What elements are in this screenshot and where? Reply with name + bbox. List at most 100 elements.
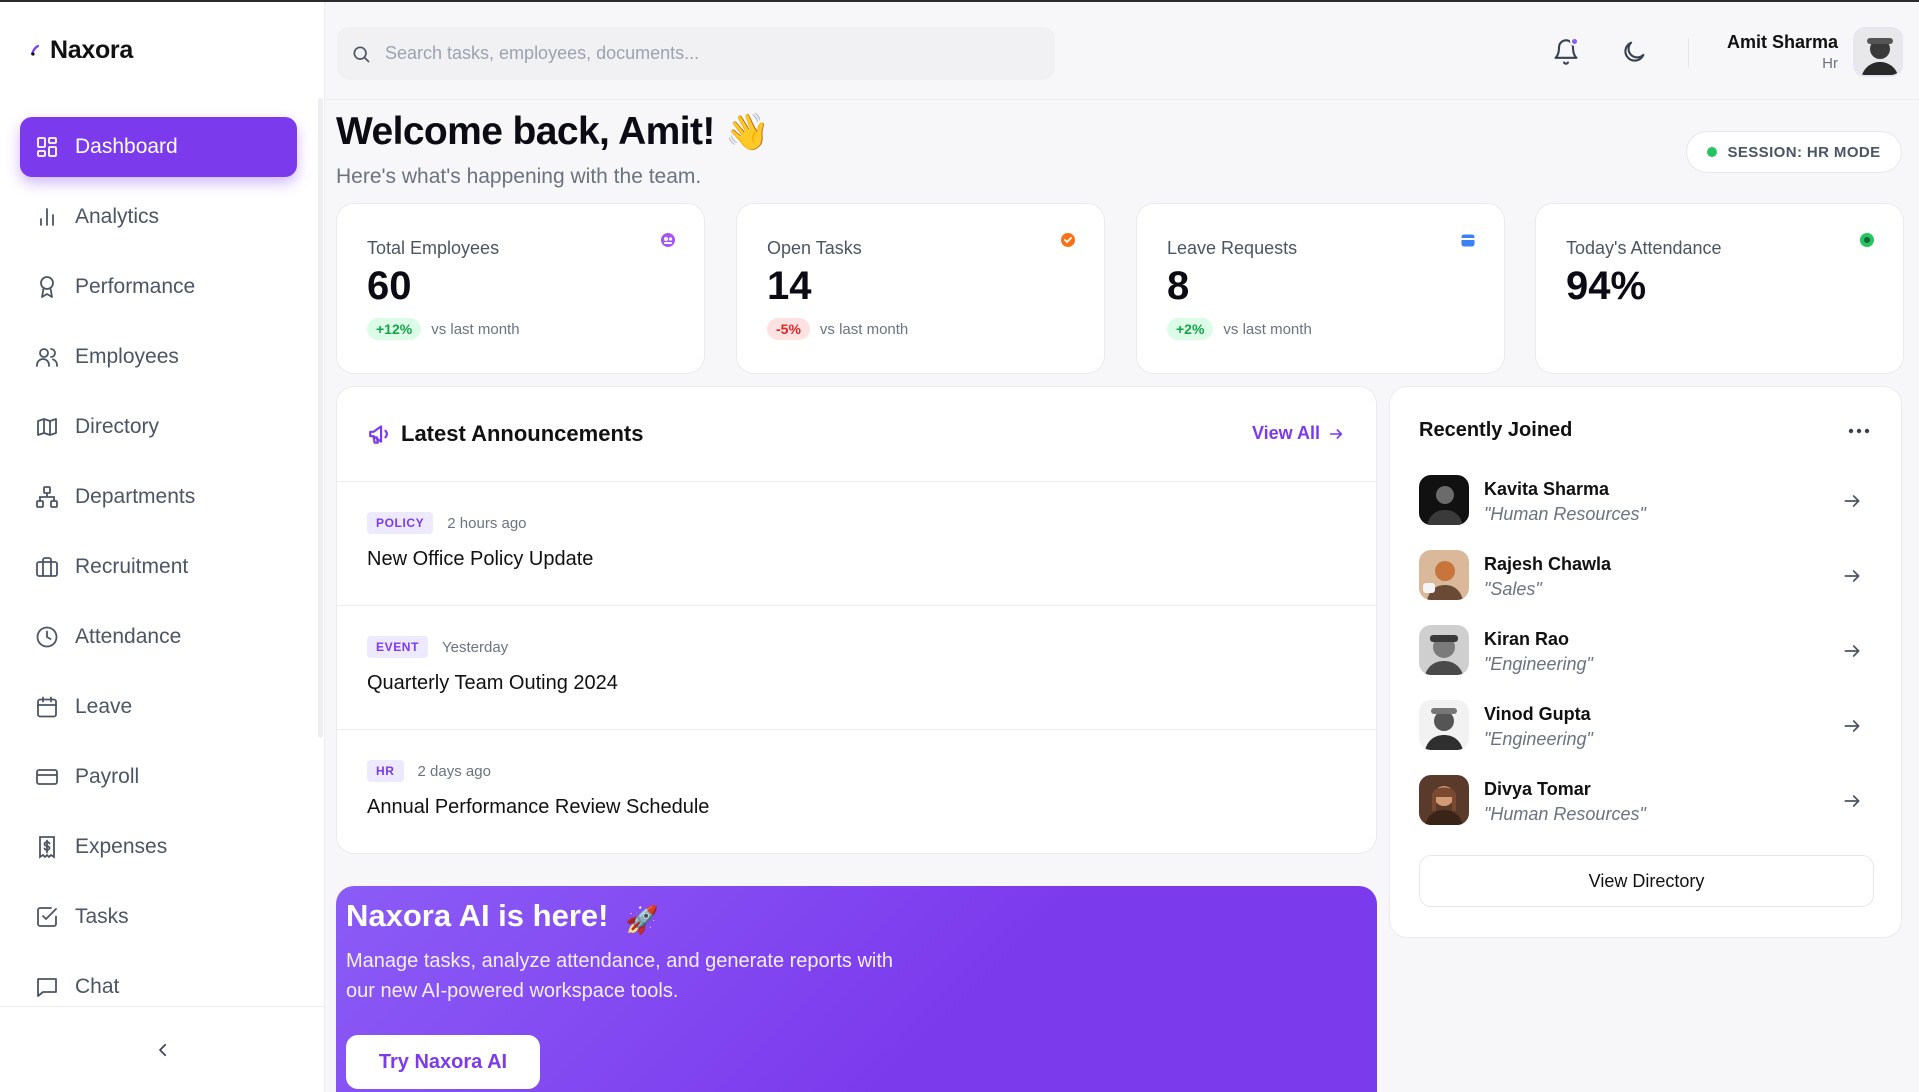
view-directory-button[interactable]: View Directory — [1419, 855, 1874, 907]
person-avatar — [1419, 625, 1469, 675]
notifications-button[interactable] — [1552, 37, 1580, 66]
stat-card-total-employees[interactable]: Total Employees 60 +12% vs last month — [336, 203, 705, 374]
trend-note: vs last month — [431, 320, 520, 338]
sidebar-item-tasks[interactable]: Tasks — [20, 887, 297, 947]
announcement-item[interactable]: EVENT Yesterday Quarterly Team Outing 20… — [337, 606, 1376, 730]
trend-note: vs last month — [819, 320, 909, 338]
person-department: "Engineering" — [1484, 729, 1593, 749]
sidebar-item-label: Performance — [75, 275, 196, 298]
recent-person-row[interactable]: Kavita Sharma "Human Resources" — [1419, 475, 1874, 531]
more-options-icon[interactable] — [1847, 427, 1871, 435]
announcement-time: 2 days ago — [417, 762, 491, 780]
collapse-sidebar-button[interactable] — [143, 1030, 183, 1070]
dashboard-icon — [37, 137, 57, 157]
announcement-title: Quarterly Team Outing 2024 — [367, 672, 618, 694]
person-avatar — [1419, 475, 1469, 525]
header-divider — [1688, 38, 1689, 68]
announcement-title: Annual Performance Review Schedule — [367, 796, 710, 818]
stat-value: 60 — [367, 264, 412, 308]
view-all-label: View All — [1251, 423, 1320, 443]
sidebar-item-label: Employees — [75, 345, 179, 368]
announcement-time: Yesterday — [442, 638, 509, 656]
sidebar-item-label: Payroll — [75, 765, 140, 788]
dollar-receipt-icon — [39, 836, 55, 859]
search-input[interactable] — [385, 43, 1005, 64]
recent-person-row[interactable]: Vinod Gupta "Engineering" — [1419, 700, 1874, 756]
sidebar-item-payroll[interactable]: Payroll — [20, 747, 297, 807]
person-department: "Sales" — [1484, 579, 1542, 599]
checkbox-icon — [37, 907, 57, 927]
announcements-header: Latest Announcements View All — [337, 387, 1376, 482]
announcements-panel: Latest Announcements View All POLICY 2 h… — [336, 386, 1377, 854]
stat-card-open-tasks[interactable]: Open Tasks 14 -5% vs last month — [736, 203, 1105, 374]
top-header: Amit Sharma Hr — [325, 2, 1919, 100]
brand[interactable]: Naxora — [30, 36, 133, 65]
megaphone-icon — [369, 425, 388, 444]
user-avatar[interactable] — [1853, 27, 1903, 77]
sidebar-item-analytics[interactable]: Analytics — [20, 187, 297, 247]
view-all-link[interactable]: View All — [1252, 423, 1344, 444]
stat-card-leave-requests[interactable]: Leave Requests 8 +2% vs last month — [1136, 203, 1505, 374]
sidebar-item-dashboard[interactable]: Dashboard — [20, 117, 297, 177]
person-avatar — [1419, 700, 1469, 750]
calendar-icon — [1461, 234, 1475, 247]
announcement-item[interactable]: HR 2 days ago Annual Performance Review … — [337, 730, 1376, 854]
sidebar-item-departments[interactable]: Departments — [20, 467, 297, 527]
user-avatar-image — [1855, 29, 1901, 75]
sidebar-item-label: Dashboard — [75, 135, 178, 158]
stat-label: Open Tasks — [767, 238, 862, 258]
sidebar-item-directory[interactable]: Directory — [20, 397, 297, 457]
try-ai-button[interactable]: Try Naxora AI — [346, 1035, 540, 1089]
sidebar-item-expenses[interactable]: Expenses — [20, 817, 297, 877]
sidebar-item-attendance[interactable]: Attendance — [20, 607, 297, 667]
stat-trend: -5% vs last month — [767, 318, 908, 340]
stat-trend: +2% vs last month — [1167, 318, 1312, 340]
notification-badge — [1570, 37, 1579, 46]
sidebar-item-leave[interactable]: Leave — [20, 677, 297, 737]
sidebar-item-performance[interactable]: Performance — [20, 257, 297, 317]
stat-value: 8 — [1167, 264, 1190, 308]
task-icon — [1061, 233, 1075, 247]
announcement-tag: EVENT — [367, 636, 429, 658]
stat-trend: +12% vs last month — [367, 318, 520, 340]
sidebar-item-recruitment[interactable]: Recruitment — [20, 537, 297, 597]
arrow-right-icon — [1844, 645, 1860, 657]
arrow-right-icon — [1844, 795, 1860, 807]
briefcase-icon — [36, 557, 58, 577]
announcement-item[interactable]: POLICY 2 hours ago New Office Policy Upd… — [337, 482, 1376, 606]
arrow-right-icon — [1844, 570, 1860, 582]
award-icon — [40, 276, 54, 298]
rocket-emoji: 🚀 — [625, 905, 659, 935]
sidebar-item-employees[interactable]: Employees — [20, 327, 297, 387]
session-label: SESSION: HR MODE — [1727, 143, 1881, 161]
brand-logo-icon — [30, 44, 40, 56]
sidebar-scrollbar[interactable] — [318, 98, 323, 738]
person-name: Rajesh Chawla — [1484, 554, 1612, 574]
recent-person-row[interactable]: Divya Tomar "Human Resources" — [1419, 775, 1874, 831]
sidebar-item-label: Leave — [75, 695, 133, 718]
announcement-time: 2 hours ago — [447, 514, 527, 532]
credit-card-icon — [36, 769, 58, 785]
moon-icon — [1624, 41, 1645, 62]
person-department: "Engineering" — [1484, 654, 1593, 674]
status-dot-icon — [1707, 147, 1718, 157]
trend-badge: -5% — [767, 318, 810, 340]
arrow-right-icon — [1844, 720, 1860, 732]
recent-person-row[interactable]: Kiran Rao "Engineering" — [1419, 625, 1874, 681]
user-name[interactable]: Amit Sharma — [1727, 32, 1838, 53]
wave-emoji: 👋 — [724, 111, 770, 152]
recently-joined-title: Recently Joined — [1419, 419, 1573, 441]
page-title: Welcome back, Amit! 👋 — [336, 110, 770, 154]
person-avatar-image — [1419, 775, 1469, 825]
search-bar[interactable] — [337, 27, 1055, 80]
stat-card-attendance[interactable]: Today's Attendance 94% — [1535, 203, 1904, 374]
theme-toggle-button[interactable] — [1620, 38, 1648, 66]
recent-person-row[interactable]: Rajesh Chawla "Sales" — [1419, 550, 1874, 606]
sidebar: Naxora Dashboard Analytics Performance E… — [0, 2, 325, 1092]
user-role: Hr — [1822, 55, 1838, 72]
clock-icon — [36, 626, 58, 648]
arrow-right-icon — [1844, 495, 1860, 507]
check-circle-icon — [1860, 233, 1874, 247]
person-department: "Human Resources" — [1484, 504, 1646, 524]
bar-chart-icon — [40, 208, 54, 226]
